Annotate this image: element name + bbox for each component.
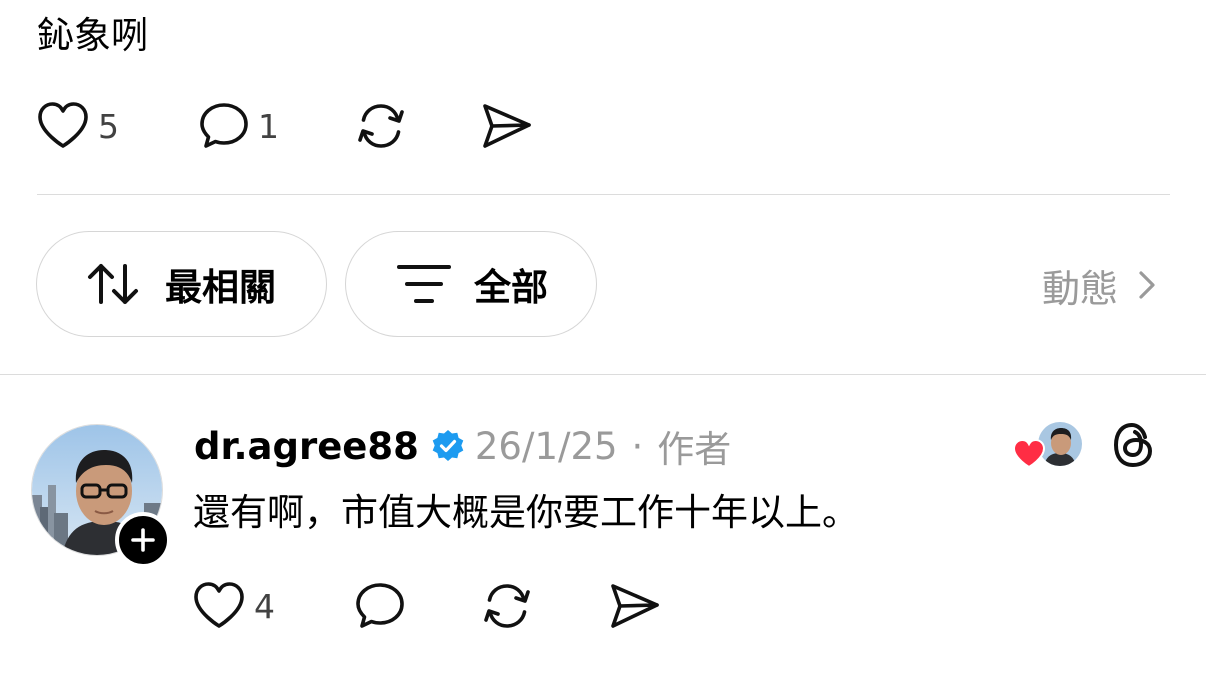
comment-header: dr.agree88 26/1/25 · 作者: [194, 420, 731, 472]
post-text: 鈊象咧: [37, 14, 148, 57]
speech-bubble-icon: [200, 103, 248, 148]
repost-icon: [358, 104, 404, 148]
activity-label: 動態: [1041, 266, 1118, 311]
comment-date: 26/1/25: [474, 424, 618, 468]
activity-link[interactable]: 動態: [1042, 258, 1156, 312]
comment-share-button[interactable]: [608, 580, 662, 632]
post-action-bar: 5 1: [36, 100, 534, 152]
heart-icon: [194, 582, 244, 628]
chevron-right-icon: [1139, 271, 1155, 299]
post-divider: [37, 194, 1170, 195]
comment-reply-button[interactable]: [354, 581, 480, 631]
comment-action-bar: 4: [192, 578, 662, 634]
author-tag: 作者: [657, 428, 732, 471]
follow-button[interactable]: [115, 512, 171, 568]
sort-label: 最相關: [165, 266, 276, 309]
post-reply-count: 1: [258, 106, 279, 146]
comment-like-button[interactable]: 4: [192, 581, 354, 631]
section-divider: [0, 374, 1206, 375]
verified-badge-icon: [432, 430, 464, 461]
comment-username[interactable]: dr.agree88: [194, 425, 419, 468]
paper-plane-icon: [611, 584, 659, 628]
comment-repost-button[interactable]: [480, 580, 608, 632]
paper-plane-icon: [483, 104, 531, 148]
plus-icon: [131, 528, 155, 552]
post-share-button[interactable]: [480, 100, 534, 152]
post-like-button[interactable]: 5: [36, 101, 198, 151]
comment-text: 還有啊，市值大概是你要工作十年以上。: [193, 491, 859, 534]
heart-icon: [38, 102, 88, 148]
repost-icon: [484, 584, 530, 628]
comment-avatar-group: [31, 424, 171, 568]
post-like-count: 5: [98, 106, 119, 146]
sort-button[interactable]: 最相關: [36, 231, 327, 337]
author-liked-indicator: [1012, 420, 1086, 472]
filter-button[interactable]: 全部: [345, 231, 597, 337]
sort-arrows-icon: [88, 264, 138, 304]
threads-logo-icon[interactable]: [1110, 420, 1156, 470]
red-heart-icon: [1012, 438, 1046, 469]
meta-separator: ·: [631, 424, 644, 468]
post-reply-button[interactable]: 1: [198, 101, 354, 151]
post-repost-button[interactable]: [354, 100, 480, 152]
speech-bubble-icon: [356, 583, 404, 628]
filter-label: 全部: [474, 266, 548, 309]
comment-like-count: 4: [254, 586, 275, 626]
filter-lines-icon: [397, 265, 451, 303]
